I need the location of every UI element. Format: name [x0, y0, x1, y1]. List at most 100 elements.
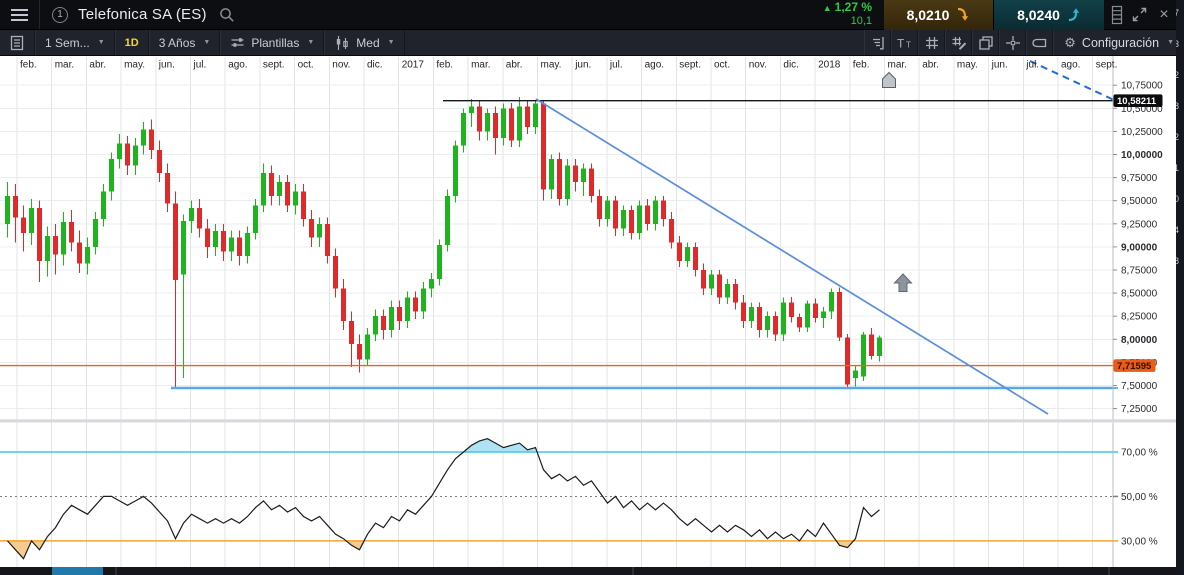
top-bar-right: ▲1,27 % 10,1 8,0210 8,0240	[823, 0, 1184, 29]
clipped-digit: 2	[1176, 70, 1179, 80]
svg-text:ago.: ago.	[645, 60, 664, 71]
svg-text:7,71595: 7,71595	[1117, 361, 1152, 372]
svg-text:8,75000: 8,75000	[1121, 266, 1158, 277]
chevron-down-icon: ▼	[1167, 39, 1174, 46]
settings-dropdown[interactable]: ⚙ Configuración ▼	[1053, 30, 1184, 55]
eraser-tool[interactable]	[1026, 30, 1053, 55]
grid-icon	[924, 35, 940, 51]
price-scale-tool[interactable]	[864, 30, 891, 55]
svg-text:abr.: abr.	[89, 60, 106, 71]
svg-text:dic.: dic.	[367, 60, 383, 71]
clipped-digit: 4	[1176, 225, 1179, 235]
grid-tool[interactable]	[918, 30, 945, 55]
document-icon	[9, 35, 25, 51]
svg-text:9,75000: 9,75000	[1121, 173, 1158, 184]
svg-text:dic.: dic.	[783, 60, 799, 71]
svg-text:feb.: feb.	[20, 60, 37, 71]
chart-area[interactable]: 7,250007,500007,750008,000008,250008,500…	[0, 56, 1184, 567]
svg-text:mar.: mar.	[471, 60, 490, 71]
svg-text:feb.: feb.	[436, 60, 453, 71]
clipped-digit: 1	[1176, 163, 1179, 173]
scrollbar-divider	[115, 567, 117, 575]
svg-text:sept.: sept.	[679, 60, 701, 71]
chart-canvas[interactable]: 7,250007,500007,750008,000008,250008,500…	[0, 56, 1184, 567]
depth-ladder-icon[interactable]	[1108, 0, 1126, 29]
clipped-digit: 0	[1176, 194, 1179, 204]
search-icon[interactable]	[219, 0, 235, 29]
svg-text:50,00 %: 50,00 %	[1121, 492, 1158, 503]
right-edge-panel: 732821048	[1176, 0, 1184, 575]
close-icon[interactable]: ×	[1152, 0, 1176, 29]
svg-text:may.: may.	[541, 60, 562, 71]
range-dropdown[interactable]: 3 Años▼	[149, 30, 221, 55]
sell-button[interactable]: 8,0210	[884, 0, 994, 30]
range-scrollbar-thumb[interactable]	[52, 567, 103, 575]
chart-type-button[interactable]	[0, 30, 35, 55]
workspace-badge[interactable]: 1	[52, 7, 68, 23]
svg-text:nov.: nov.	[332, 60, 350, 71]
change-percent: 1,27 %	[835, 0, 872, 14]
svg-text:jun.: jun.	[158, 60, 175, 71]
svg-text:8,25000: 8,25000	[1121, 312, 1158, 323]
range-scrollbar[interactable]	[0, 567, 1184, 575]
clipped-digit: 2	[1176, 132, 1179, 142]
panel-divider[interactable]	[0, 419, 1176, 422]
svg-text:30,00 %: 30,00 %	[1121, 536, 1158, 547]
svg-text:oct.: oct.	[298, 60, 314, 71]
svg-text:feb.: feb.	[853, 60, 870, 71]
svg-text:8,50000: 8,50000	[1121, 289, 1158, 300]
buy-button[interactable]: 8,0240	[994, 0, 1104, 30]
svg-text:mar.: mar.	[55, 60, 74, 71]
top-bar-left: 1 Telefonica SA (ES)	[0, 0, 235, 29]
chevron-down-icon: ▼	[307, 39, 314, 46]
svg-text:sept.: sept.	[263, 60, 285, 71]
svg-text:10,75000: 10,75000	[1121, 81, 1163, 92]
gear-icon: ⚙	[1064, 35, 1076, 51]
svg-text:jul.: jul.	[193, 60, 207, 71]
templates-dropdown[interactable]: Plantillas▼	[220, 30, 324, 55]
buy-arrow-up-icon	[1067, 7, 1081, 22]
clipped-digit: 8	[1176, 101, 1179, 111]
svg-text:70,00 %: 70,00 %	[1121, 448, 1158, 459]
svg-text:7,25000: 7,25000	[1121, 404, 1158, 415]
top-bar: 1 Telefonica SA (ES) ▲1,27 % 10,1 8,0210	[0, 0, 1184, 30]
svg-text:7,50000: 7,50000	[1121, 381, 1158, 392]
svg-text:may.: may.	[957, 60, 978, 71]
svg-text:ago.: ago.	[228, 60, 247, 71]
svg-text:jun.: jun.	[991, 60, 1008, 71]
svg-text:10,58211: 10,58211	[1117, 96, 1157, 107]
menu-button[interactable]	[0, 0, 40, 29]
instrument-title: Telefonica SA (ES)	[78, 6, 207, 23]
expand-icon[interactable]	[1126, 0, 1152, 29]
scrollbar-divider	[1108, 567, 1110, 575]
svg-text:2018: 2018	[818, 60, 841, 71]
layouts-tool[interactable]	[972, 30, 999, 55]
svg-text:ago.: ago.	[1061, 60, 1080, 71]
change-points: 10,1	[823, 15, 872, 28]
toolbar-right: T T	[864, 30, 1184, 55]
crosshair-icon	[1005, 35, 1021, 51]
scrollbar-divider	[632, 567, 634, 575]
chevron-down-icon: ▼	[203, 39, 210, 46]
crosshair-tool[interactable]	[999, 30, 1026, 55]
svg-text:9,50000: 9,50000	[1121, 196, 1158, 207]
indicators-dropdown[interactable]: Med▼	[324, 30, 404, 55]
draw-grid-tool[interactable]	[945, 30, 972, 55]
eraser-shape-icon	[1031, 35, 1048, 51]
grid-pencil-icon	[951, 35, 967, 51]
chevron-down-icon: ▼	[98, 39, 105, 46]
svg-text:9,25000: 9,25000	[1121, 219, 1158, 230]
period-dropdown[interactable]: 1 Sem...▼	[35, 30, 115, 55]
price-axis[interactable]: 7,250007,500007,750008,000008,250008,500…	[1113, 56, 1176, 567]
svg-text:mar.: mar.	[888, 60, 907, 71]
sell-arrow-down-icon	[956, 7, 970, 22]
svg-text:jul.: jul.	[609, 60, 623, 71]
clipped-digit: 8	[1176, 256, 1179, 266]
chevron-down-icon: ▼	[388, 39, 395, 46]
svg-text:abr.: abr.	[922, 60, 939, 71]
text-tool[interactable]: T T	[891, 30, 918, 55]
text-tool-icon: T T	[896, 35, 914, 51]
clipped-digit: 7	[1176, 8, 1179, 18]
chart-background	[0, 56, 1176, 567]
timeframe-1d-button[interactable]: 1D	[115, 30, 149, 55]
